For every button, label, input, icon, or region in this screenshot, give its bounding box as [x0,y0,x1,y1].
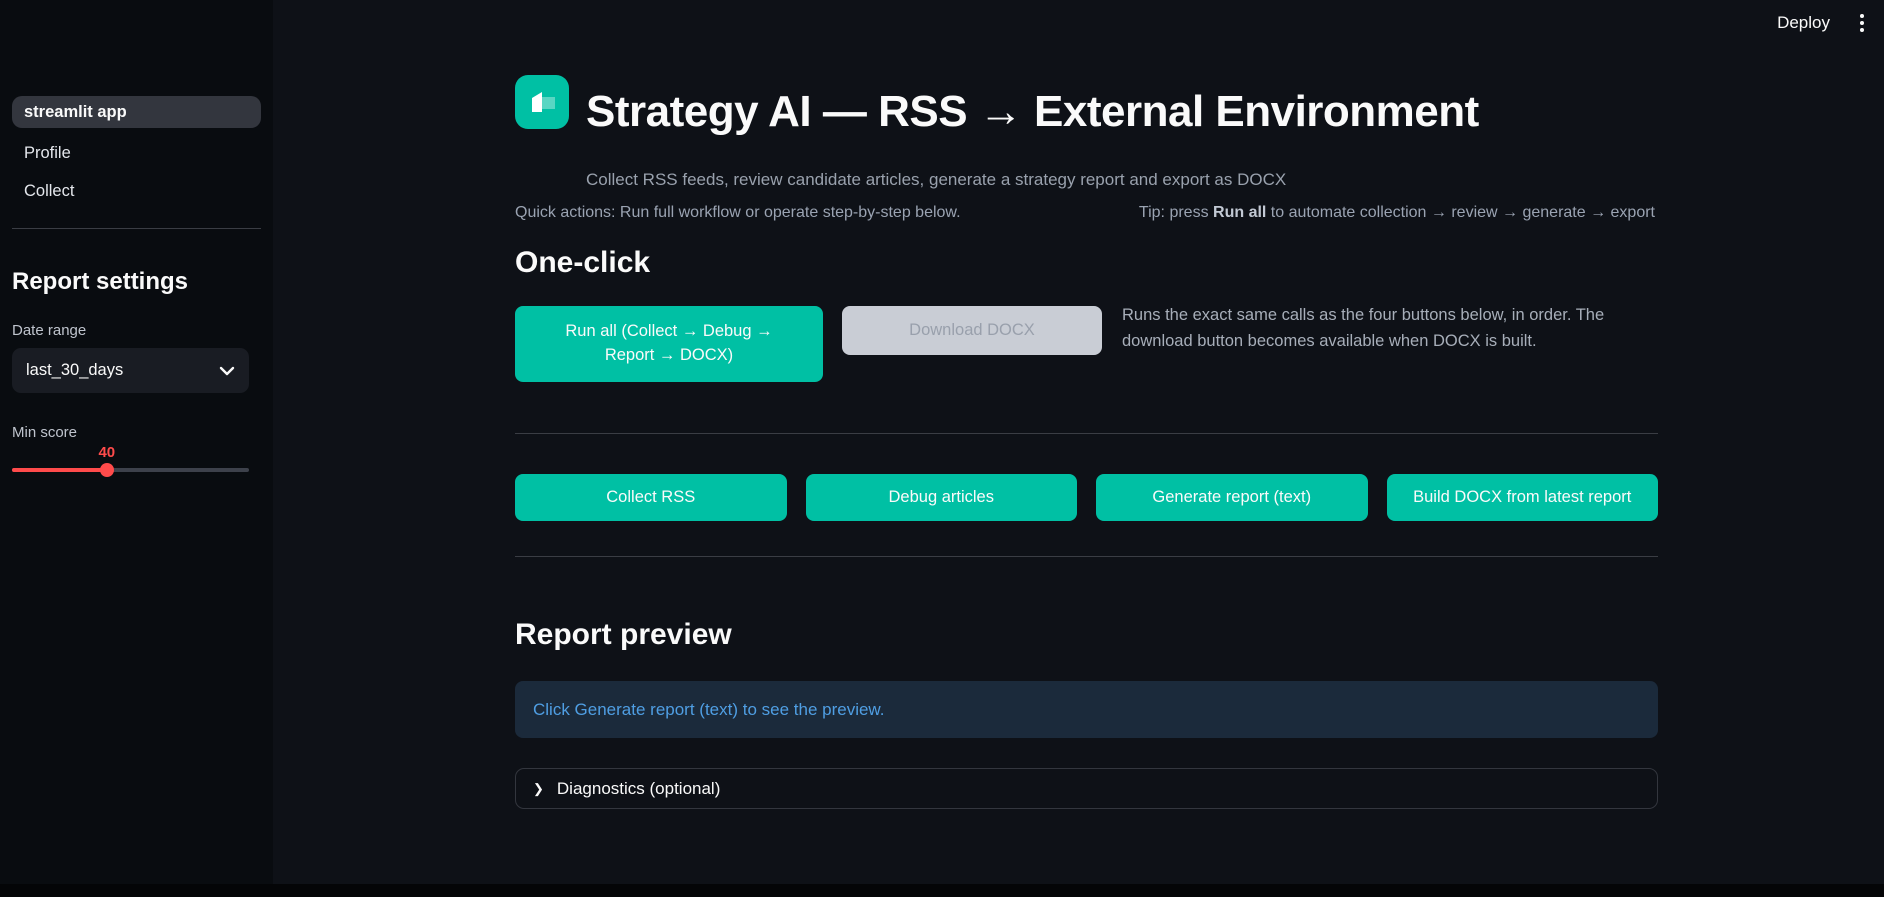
date-range-select[interactable]: last_30_days [12,348,249,393]
quick-actions-row: Quick actions: Run full workflow or oper… [515,204,1655,222]
page-title: Strategy AI — RSS → External Environment [586,87,1479,136]
sidebar-nav: streamlit app Profile Collect [12,96,261,210]
build-docx-button[interactable]: Build DOCX from latest report [1386,474,1658,521]
tip-prefix: Tip: press [1138,204,1214,221]
diagnostics-expander-label: Diagnostics (optional) [556,778,721,798]
report-preview-heading: Report preview [515,618,732,651]
nav-label: streamlit app [24,102,127,121]
run-all-button[interactable]: Run all (Collect → Debug → Report → DOCX… [515,306,823,382]
step-buttons-row: Collect RSS Debug articles Generate repo… [515,474,1658,521]
page-subtitle: Collect RSS feeds, review candidate arti… [586,170,1287,189]
app-logo-icon [515,75,569,129]
min-score-label: Min score [12,424,78,441]
min-score-slider[interactable]: 40 [12,444,249,486]
page-header: Strategy AI — RSS → External Environment [515,75,1479,137]
tip-suffix: to automate collection → review → genera… [1266,204,1655,221]
slider-track[interactable] [12,468,249,472]
sidebar-item-profile[interactable]: Profile [12,134,261,172]
chevron-right-icon: ❯ [533,780,544,796]
diagnostics-expander[interactable]: ❯ Diagnostics (optional) [515,768,1658,809]
main-content: Strategy AI — RSS → External Environment… [515,0,1658,884]
sidebar-item-streamlit-app[interactable]: streamlit app [12,96,261,128]
quick-actions-text: Quick actions: Run full workflow or oper… [515,204,961,221]
slider-thumb[interactable] [99,463,114,477]
date-range-value: last_30_days [26,361,124,379]
footer-strip [0,884,1884,897]
info-alert-text: Click Generate report (text) to see the … [533,699,885,719]
topbar: Deploy [1771,8,1870,38]
collect-rss-button[interactable]: Collect RSS [515,474,787,521]
one-click-heading: One-click [515,246,651,279]
sidebar-divider [12,228,261,229]
divider [515,556,1658,557]
slider-fill [12,468,107,472]
report-settings-heading: Report settings [12,268,189,295]
divider [515,433,1658,434]
overflow-menu-icon[interactable] [1854,8,1870,38]
debug-articles-button[interactable]: Debug articles [805,474,1077,521]
sidebar-item-collect[interactable]: Collect [12,172,261,210]
info-alert: Click Generate report (text) to see the … [515,681,1658,738]
date-range-label: Date range [12,322,87,339]
deploy-button[interactable]: Deploy [1771,9,1836,37]
download-docx-button[interactable]: Download DOCX [842,306,1102,355]
generate-report-button[interactable]: Generate report (text) [1096,474,1368,521]
one-click-description: Runs the exact same calls as the four bu… [1122,306,1605,350]
chevron-down-icon [219,366,235,375]
sidebar: streamlit app Profile Collect Report set… [0,0,273,884]
tip-bold: Run all [1213,204,1267,221]
nav-label: Collect [24,181,75,200]
slider-value: 40 [98,444,116,461]
nav-label: Profile [24,143,71,162]
tip-text: Tip: press Run all to automate collectio… [1139,204,1655,222]
